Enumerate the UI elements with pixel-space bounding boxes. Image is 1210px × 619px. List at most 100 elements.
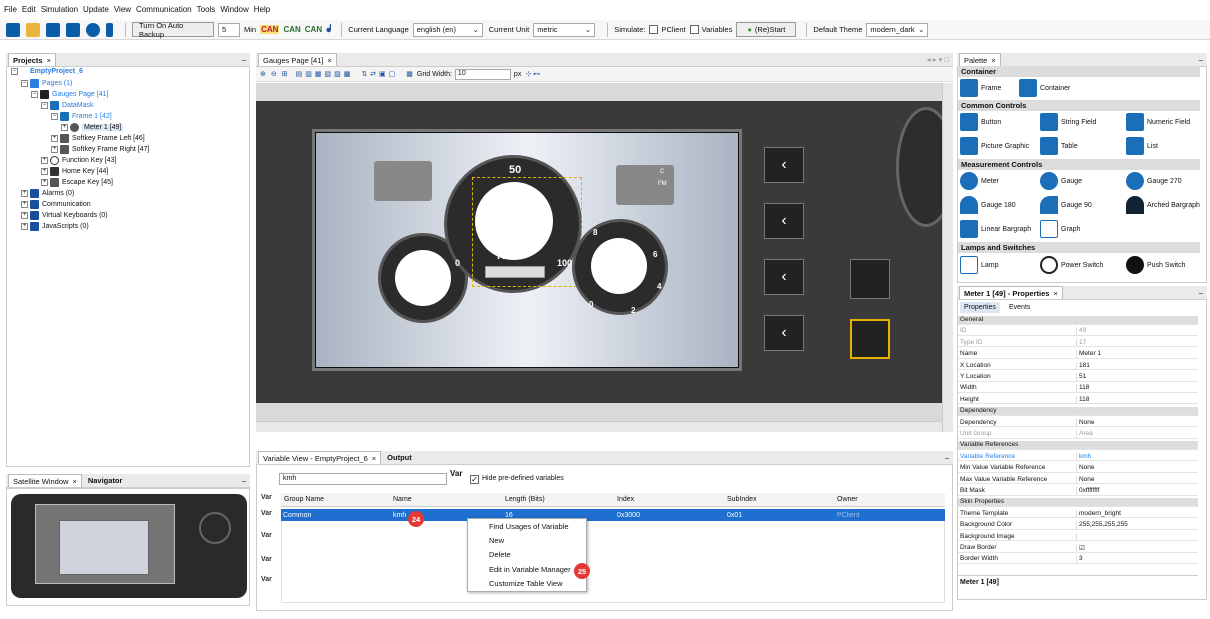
variable-icon[interactable]: ᖱ [326,24,331,35]
menu-file[interactable]: File [4,5,17,14]
collapse-icon[interactable]: − [21,80,28,87]
function-key[interactable] [850,259,890,299]
projects-tab[interactable]: Projects × [8,53,56,66]
property-row[interactable]: Y Location 51 [958,373,1198,382]
palette-item-push-switch[interactable]: Push Switch [1126,256,1186,274]
backup-minutes-input[interactable]: 5 [218,22,240,37]
property-value[interactable]: None [1077,476,1198,484]
horizontal-scrollbar[interactable] [256,421,942,432]
palette-item-picture-graphic[interactable]: Picture Graphic [960,137,1029,155]
menu-update[interactable]: Update [83,5,109,14]
property-value[interactable]: 255,255,255,255 [1077,521,1198,529]
column-header-group[interactable]: Group Name [284,496,324,503]
expand-icon[interactable]: + [21,201,28,208]
palette-item-string-field[interactable]: String Field [1040,113,1096,131]
tree-item-function-key[interactable]: + Function Key [43] [41,156,116,165]
properties-tab[interactable]: Meter 1 [49] - Properties × [959,286,1063,299]
property-row[interactable]: Height 118 [958,395,1198,405]
theme-select[interactable]: modern_dark ⌄ [866,22,929,37]
auto-backup-button[interactable]: Turn On Auto Backup [132,21,214,39]
property-value[interactable]: 51 [1077,373,1198,381]
palette-item-graph[interactable]: Graph [1040,220,1080,238]
property-row[interactable]: Variable Reference kmh [958,452,1198,462]
menu-help[interactable]: Help [254,5,270,14]
collapse-icon[interactable]: − [51,113,58,120]
property-value[interactable]: 49 [1077,327,1198,335]
tree-item-gauges-page[interactable]: − Gauges Page [41] [31,90,108,99]
can-icon[interactable]: CAN [260,25,280,34]
palette-item-container[interactable]: Container [1019,79,1070,97]
property-section[interactable]: Dependency [958,407,1198,416]
palette-item-power-switch[interactable]: Power Switch [1040,256,1103,274]
minimize-icon[interactable]: – [242,476,246,485]
menu-item-new[interactable]: New [489,536,504,545]
minimize-icon[interactable]: – [242,55,246,64]
palette-section-measurement[interactable]: Measurement Controls [958,159,1200,170]
pclient-checkbox[interactable] [649,25,659,34]
minimize-icon[interactable]: – [945,453,949,462]
property-value[interactable]: 118 [1077,384,1198,392]
menu-item-find-usages[interactable]: Find Usages of Variable [489,522,569,531]
tree-item-frame[interactable]: − Frame 1 [42] [51,112,112,121]
grid-icon[interactable]: ▦ [406,70,413,78]
vertical-scrollbar[interactable] [942,83,953,432]
softkey-button[interactable]: ‹ [764,315,804,351]
property-row[interactable]: Border Width 3 [958,555,1198,564]
menu-communication[interactable]: Communication [136,5,192,14]
grid-width-input[interactable]: 10 [454,68,511,80]
satellite-tab[interactable]: Satellite Window × [8,474,82,487]
property-row[interactable]: Dependency None [958,418,1198,428]
expand-icon[interactable]: + [61,124,68,131]
property-row[interactable]: X Location 181 [958,361,1198,371]
variable-icon[interactable]: Var [261,576,272,583]
property-section[interactable]: General [958,316,1198,325]
selection-box[interactable] [472,177,582,287]
palette-item-list[interactable]: List [1126,137,1158,155]
output-tab[interactable]: Output [383,451,416,464]
tree-item-keyboards[interactable]: + Virtual Keyboards (0) [21,211,108,220]
expand-icon[interactable]: + [21,190,28,197]
tree-item-javascripts[interactable]: + JavaScripts (0) [21,222,89,231]
expand-icon[interactable]: + [41,179,48,186]
events-subtab[interactable]: Events [1005,302,1034,313]
variable-icon[interactable]: Var [261,510,272,517]
collapse-icon[interactable]: − [41,102,48,109]
property-row[interactable]: Theme Template modern_bright [958,509,1198,519]
palette-item-frame[interactable]: Frame [960,79,1001,97]
property-row[interactable]: Background Color 255,255,255,255 [958,521,1198,530]
tree-item-alarms[interactable]: + Alarms (0) [21,189,74,198]
variable-search-icon[interactable]: Var [450,469,462,478]
properties-subtab[interactable]: Properties [960,302,1000,313]
property-section[interactable]: Variable References [958,441,1198,450]
palette-item-numeric-field[interactable]: Numeric Field [1126,113,1190,131]
close-icon[interactable]: × [372,454,376,463]
menu-window[interactable]: Window [220,5,248,14]
property-row[interactable]: Bit Mask 0xffffffff [958,487,1198,496]
property-value[interactable]: 118 [1077,396,1198,404]
minimize-icon[interactable]: – [1199,288,1203,297]
palette-item-meter[interactable]: Meter [960,172,999,190]
menu-edit[interactable]: Edit [22,5,36,14]
zoom-in-icon[interactable]: ⊕ [260,70,266,78]
new-project-icon[interactable] [6,22,20,37]
property-value[interactable]: 0xffffffff [1077,487,1198,495]
tree-item-home-key[interactable]: + Home Key [44] [41,167,108,176]
property-value[interactable]: None [1077,419,1198,427]
save-all-icon[interactable] [66,22,80,37]
tree-item-softkey-left[interactable]: + Softkey Frame Left [46] [51,134,145,143]
tree-item-softkey-right[interactable]: + Softkey Frame Right [47] [51,145,149,154]
palette-tab[interactable]: Palette × [959,53,1001,66]
palette-section-common-controls[interactable]: Common Controls [958,100,1200,111]
variable-icon[interactable]: Var [261,494,272,501]
property-value[interactable]: modern_bright [1077,510,1198,518]
hide-predefined-checkbox[interactable] [470,475,479,484]
softkey-button[interactable]: ‹ [764,259,804,295]
property-value[interactable]: None [1077,464,1198,472]
property-value[interactable]: Meter 1 [1077,350,1198,358]
minimize-icon[interactable]: – [1199,55,1203,64]
variable-icon[interactable]: Var [261,556,272,563]
menu-tools[interactable]: Tools [197,5,216,14]
variable-view-tab[interactable]: Variable View - EmptyProject_6 × [258,451,382,464]
property-row[interactable]: Background Image [958,532,1198,542]
language-select[interactable]: english (en) ⌄ [412,22,483,37]
